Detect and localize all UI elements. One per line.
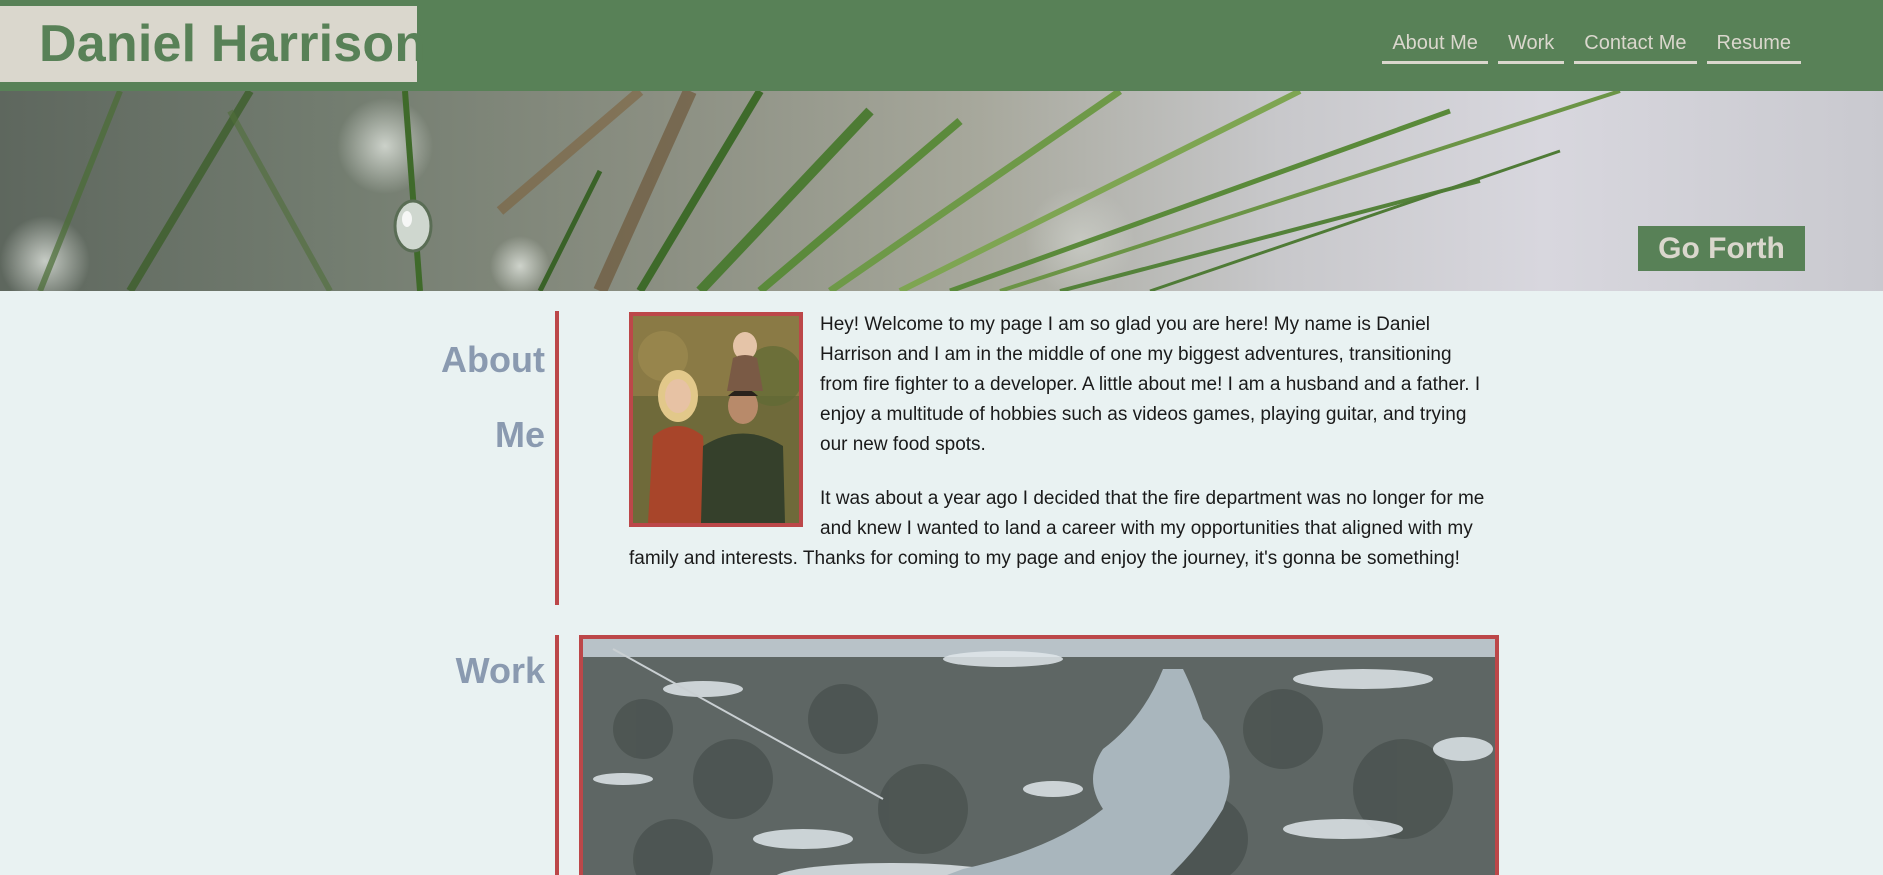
family-photo [629, 312, 803, 527]
logo-box: Daniel Harrison [0, 6, 426, 82]
aerial-river-image [583, 639, 1495, 875]
nav-link-work[interactable]: Work [1497, 30, 1565, 64]
nav-link-contact-me[interactable]: Contact Me [1574, 30, 1697, 64]
site-title[interactable]: Daniel Harrison [39, 14, 426, 74]
work-divider [555, 635, 559, 875]
nav-link-resume[interactable]: Resume [1706, 30, 1801, 64]
about-content: Hey! Welcome to my page I am so glad you… [629, 310, 1491, 598]
pine-needles-image [0, 91, 1621, 291]
work-section-title: Work [455, 650, 545, 691]
about-divider [555, 311, 559, 605]
site-header: Daniel Harrison About Me Work Contact Me… [0, 0, 1883, 91]
hero-banner: Go Forth [0, 91, 1883, 291]
about-title-line1: About [441, 339, 545, 380]
nav-link-about-me[interactable]: About Me [1382, 30, 1488, 64]
go-forth-button[interactable]: Go Forth [1638, 226, 1805, 271]
about-section-title: About Me [380, 322, 545, 472]
work-project-image[interactable] [579, 635, 1499, 875]
main-nav: About Me Work Contact Me Resume [1382, 30, 1801, 64]
about-title-line2: Me [494, 414, 545, 455]
